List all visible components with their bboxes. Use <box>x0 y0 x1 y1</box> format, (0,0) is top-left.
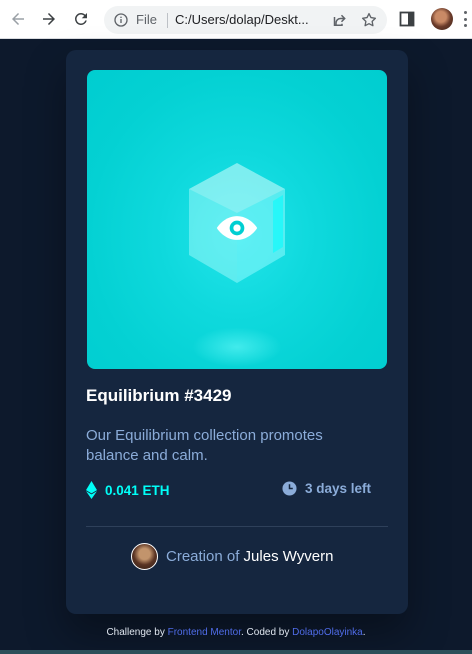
nft-image[interactable] <box>87 70 387 369</box>
time-left-info: 3 days left <box>282 481 371 496</box>
url-text[interactable]: C:/Users/dolap/Deskt... <box>175 12 345 27</box>
nft-card: Equilibrium #3429 Our Equilibrium collec… <box>66 50 408 614</box>
attribution-challenge: Challenge by <box>106 627 165 638</box>
ethereum-icon <box>86 481 97 499</box>
time-left-value: 3 days left <box>304 481 371 496</box>
share-icon[interactable] <box>330 11 348 29</box>
price-info: 0.041 ETH <box>86 481 170 499</box>
creator-info: Creation of Jules Wyvern <box>131 543 333 570</box>
kebab-menu-icon[interactable] <box>462 11 468 27</box>
star-icon[interactable] <box>360 11 378 29</box>
nft-title[interactable]: Equilibrium #3429 <box>86 386 232 406</box>
browser-toolbar: File C:/Users/dolap/Deskt... <box>0 0 472 39</box>
attribution-end: . <box>362 627 366 638</box>
omnibox-separator <box>167 13 168 28</box>
attribution: Challenge by Frontend Mentor. Coded by D… <box>0 627 472 638</box>
creator-prefix: Creation of <box>166 548 244 565</box>
price-value: 0.041 ETH <box>105 482 170 498</box>
back-arrow-icon <box>12 13 24 25</box>
profile-avatar[interactable] <box>431 8 453 30</box>
side-panel-icon[interactable] <box>399 11 415 27</box>
back-button[interactable] <box>5 6 31 32</box>
creator-name-link[interactable]: Jules Wyvern <box>244 548 334 565</box>
card-divider <box>86 526 388 527</box>
clock-icon <box>282 481 297 496</box>
creator-avatar <box>131 543 158 570</box>
reload-button[interactable] <box>68 6 94 32</box>
bottom-strip <box>0 650 472 654</box>
view-eye-icon <box>216 216 258 241</box>
info-icon[interactable] <box>113 12 129 28</box>
address-bar[interactable]: File C:/Users/dolap/Deskt... <box>104 6 387 34</box>
author-link[interactable]: DolapoOlayinka <box>292 627 363 638</box>
nft-description: Our Equilibrium collection promotes bala… <box>86 427 323 464</box>
frontend-mentor-link[interactable]: Frontend Mentor <box>168 627 241 638</box>
reload-icon <box>74 12 87 25</box>
forward-arrow-icon <box>43 13 55 25</box>
file-label: File <box>136 12 157 27</box>
cube-reflection <box>192 327 282 368</box>
forward-button[interactable] <box>36 6 62 32</box>
attribution-coded-by: . Coded by <box>240 627 290 638</box>
